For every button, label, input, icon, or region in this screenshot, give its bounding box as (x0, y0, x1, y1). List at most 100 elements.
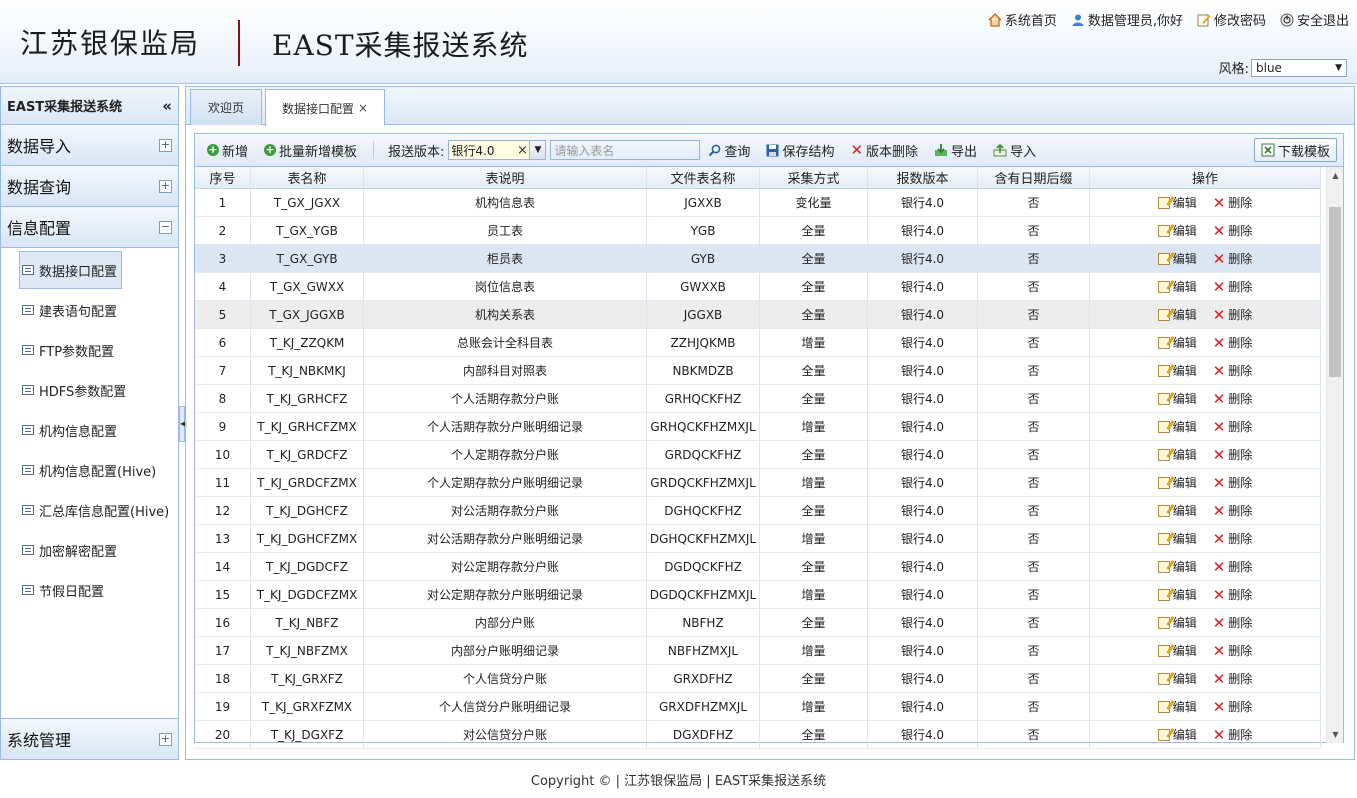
delete-button[interactable]: ✕ 删除 (1213, 474, 1253, 491)
sidebar-item-summary-db-config-hive[interactable]: 汇总库信息配置(Hive) (1, 490, 178, 530)
delete-button[interactable]: ✕ 删除 (1213, 614, 1253, 631)
column-header[interactable]: 表名称 (251, 167, 364, 188)
table-row[interactable]: 16 T_KJ_NBFZ 内部分户账 NBFHZ 全量 银行4.0 否 编辑 ✕ 删除 (195, 609, 1321, 637)
edit-button[interactable]: 编辑 (1157, 726, 1197, 743)
edit-button[interactable]: 编辑 (1157, 502, 1197, 519)
sidebar-group-system-admin[interactable]: 系统管理 + (1, 718, 178, 759)
delete-button[interactable]: ✕ 删除 (1213, 670, 1253, 687)
table-row[interactable]: 12 T_KJ_DGHCFZ 对公活期存款分户账 DGHQCKFHZ 全量 银行4.0 否编… (195, 497, 1321, 525)
sidebar-item-org-config[interactable]: 机构信息配置 (1, 410, 178, 450)
table-row[interactable]: 6 T_KJ_ZZQKM 总账会计全科目表 ZZHJQKMB 增量 银行4.0 否 编辑 ✕ 删除 (195, 329, 1321, 357)
sidebar-group-info-config[interactable]: 信息配置 − (1, 207, 178, 248)
table-row[interactable]: 10 T_KJ_GRDCFZ 个人定期存款分户账 GRDQCKFHZ 全量 银行4.0 否编… (195, 441, 1321, 469)
edit-button[interactable]: 编辑 (1157, 558, 1197, 575)
edit-button[interactable]: 编辑 (1157, 250, 1197, 267)
table-row[interactable]: 9 T_KJ_GRHCFZMX 个人活期存款分户账明细记录 GRHQCKFHZMXJL… (195, 413, 1321, 441)
query-button[interactable]: 查询 (708, 141, 750, 160)
edit-button[interactable]: 编辑 (1157, 530, 1197, 547)
sidebar-item-data-interface-config[interactable]: 数据接口配置 (1, 250, 178, 290)
edit-button[interactable]: 编辑 (1157, 334, 1197, 351)
clear-icon[interactable]: × (515, 143, 529, 158)
tab-data-interface-config[interactable]: 数据接口配置 × (265, 89, 385, 126)
table-row[interactable]: 18 T_KJ_GRXFZ 个人信贷分户账 GRXDFHZ 全量 银行4.0 否 编辑 ✕ 删除 (195, 665, 1321, 693)
user-greeting[interactable]: 数据管理员,你好 (1071, 10, 1183, 29)
table-row[interactable]: 8 T_KJ_GRHCFZ 个人活期存款分户账 GRHQCKFHZ 全量 银行4.0 否编辑… (195, 385, 1321, 413)
column-header[interactable]: 表说明 (364, 167, 647, 188)
export-button[interactable]: 导出 (934, 141, 977, 160)
column-header[interactable]: 报数版本 (868, 167, 978, 188)
edit-button[interactable]: 编辑 (1157, 614, 1197, 631)
delete-button[interactable]: ✕ 删除 (1213, 418, 1253, 435)
version-combobox[interactable]: 银行4.0 × ▼ (448, 140, 547, 160)
delete-button[interactable]: ✕ 删除 (1213, 222, 1253, 239)
vertical-scrollbar[interactable]: ▲ ▼ (1326, 167, 1343, 743)
table-row[interactable]: 3 T_GX_GYB 柜员表 GYB 全量 银行4.0 否 编辑 ✕ 删除 (195, 245, 1321, 273)
edit-button[interactable]: 编辑 (1157, 194, 1197, 211)
sidebar-item-org-config-hive[interactable]: 机构信息配置(Hive) (1, 450, 178, 490)
save-structure-button[interactable]: 保存结构 (766, 141, 834, 160)
chevron-down-icon[interactable]: ▼ (529, 141, 546, 159)
table-row[interactable]: 4 T_GX_GWXX 岗位信息表 GWXXB 全量 银行4.0 否 编辑 ✕ 删除 (195, 273, 1321, 301)
delete-button[interactable]: ✕ 删除 (1213, 306, 1253, 323)
import-button[interactable]: 导入 (993, 141, 1036, 160)
change-password-link[interactable]: 修改密码 (1197, 10, 1266, 29)
edit-button[interactable]: 编辑 (1157, 446, 1197, 463)
sidebar-group-data-import[interactable]: 数据导入 + (1, 125, 178, 166)
table-row[interactable]: 5 T_GX_JGGXB 机构关系表 JGGXB 全量 银行4.0 否 编辑 ✕ 删除 (195, 301, 1321, 329)
edit-button[interactable]: 编辑 (1157, 474, 1197, 491)
expand-icon[interactable]: + (159, 732, 172, 746)
sidebar-item-encryption-config[interactable]: 加密解密配置 (1, 530, 178, 570)
delete-button[interactable]: ✕ 删除 (1213, 362, 1253, 379)
sidebar-item-hdfs-config[interactable]: HDFS参数配置 (1, 370, 178, 410)
delete-version-button[interactable]: ✕ 版本删除 (850, 141, 918, 160)
delete-button[interactable]: ✕ 删除 (1213, 642, 1253, 659)
sidebar-item-ddl-config[interactable]: 建表语句配置 (1, 290, 178, 330)
edit-button[interactable]: 编辑 (1157, 222, 1197, 239)
table-row[interactable]: 7 T_KJ_NBKMKJ 内部科目对照表 NBKMDZB 全量 银行4.0 否 编辑 ✕ 删除 (195, 357, 1321, 385)
edit-button[interactable]: 编辑 (1157, 642, 1197, 659)
edit-button[interactable]: 编辑 (1157, 278, 1197, 295)
edit-button[interactable]: 编辑 (1157, 418, 1197, 435)
table-row[interactable]: 19 T_KJ_GRXFZMX 个人信贷分户账明细记录 GRXDFHZMXJL 增量 银行… (195, 693, 1321, 721)
table-row[interactable]: 1 T_GX_JGXX 机构信息表 JGXXB 变化量 银行4.0 否 编辑 ✕ 删除 (195, 189, 1321, 217)
scroll-down-icon[interactable]: ▼ (1327, 726, 1344, 743)
expand-icon[interactable]: + (159, 138, 172, 152)
delete-button[interactable]: ✕ 删除 (1213, 558, 1253, 575)
column-header[interactable]: 含有日期后缀 (978, 167, 1090, 188)
edit-button[interactable]: 编辑 (1157, 698, 1197, 715)
table-row[interactable]: 13 T_KJ_DGHCFZMX 对公活期存款分户账明细记录 DGHQCKFHZMXJ… (195, 525, 1321, 553)
batch-add-template-button[interactable]: + 批量新增模板 (264, 141, 357, 160)
edit-button[interactable]: 编辑 (1157, 362, 1197, 379)
table-row[interactable]: 20 T_KJ_DGXFZ 对公信贷分户账 DGXDFHZ 全量 银行4.0 否 编辑 ✕ 删除 (195, 721, 1321, 749)
delete-button[interactable]: ✕ 删除 (1213, 726, 1253, 743)
delete-button[interactable]: ✕ 删除 (1213, 698, 1253, 715)
tab-welcome[interactable]: 欢迎页 (190, 89, 262, 125)
close-icon[interactable]: × (358, 101, 368, 115)
table-row[interactable]: 15 T_KJ_DGDCFZMX 对公定期存款分户账明细记录 DGDQCKFHZMXJ… (195, 581, 1321, 609)
table-row[interactable]: 11 T_KJ_GRDCFZMX 个人定期存款分户账明细记录 GRDQCKFHZMXJ… (195, 469, 1321, 497)
edit-button[interactable]: 编辑 (1157, 586, 1197, 603)
collapse-icon[interactable]: − (159, 220, 172, 234)
sidebar-item-ftp-config[interactable]: FTP参数配置 (1, 330, 178, 370)
logout-link[interactable]: 安全退出 (1280, 10, 1349, 29)
table-row[interactable]: 2 T_GX_YGB 员工表 YGB 全量 银行4.0 否 编辑 ✕ 删除 (195, 217, 1321, 245)
delete-button[interactable]: ✕ 删除 (1213, 194, 1253, 211)
table-row[interactable]: 14 T_KJ_DGDCFZ 对公定期存款分户账 DGDQCKFHZ 全量 银行4.0 否编… (195, 553, 1321, 581)
scrollbar-thumb[interactable] (1329, 207, 1341, 377)
sidebar-item-holiday-config[interactable]: 节假日配置 (1, 570, 178, 610)
edit-button[interactable]: 编辑 (1157, 306, 1197, 323)
delete-button[interactable]: ✕ 删除 (1213, 334, 1253, 351)
expand-icon[interactable]: + (159, 179, 172, 193)
home-link[interactable]: 系统首页 (988, 10, 1057, 29)
delete-button[interactable]: ✕ 删除 (1213, 250, 1253, 267)
table-row[interactable]: 17 T_KJ_NBFZMX 内部分户账明细记录 NBFHZMXJL 增量 银行4.0 否编… (195, 637, 1321, 665)
delete-button[interactable]: ✕ 删除 (1213, 502, 1253, 519)
delete-button[interactable]: ✕ 删除 (1213, 530, 1253, 547)
style-select[interactable]: blue ▼ (1251, 58, 1347, 77)
delete-button[interactable]: ✕ 删除 (1213, 390, 1253, 407)
delete-button[interactable]: ✕ 删除 (1213, 278, 1253, 295)
delete-button[interactable]: ✕ 删除 (1213, 586, 1253, 603)
collapse-sidebar-icon[interactable]: « (162, 97, 172, 115)
add-button[interactable]: + 新增 (207, 141, 248, 160)
edit-button[interactable]: 编辑 (1157, 390, 1197, 407)
